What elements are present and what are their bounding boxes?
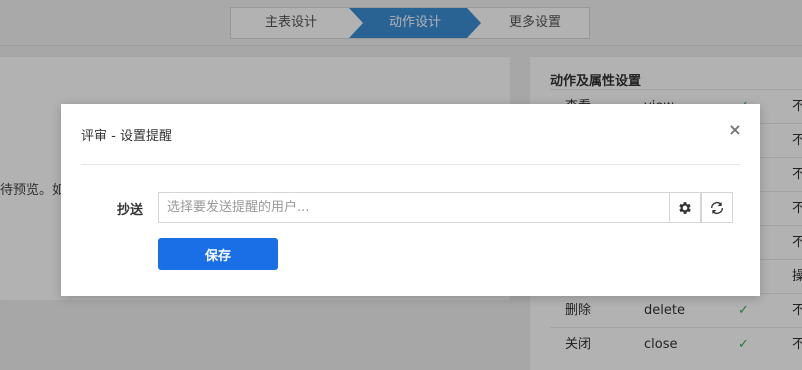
cc-user-input[interactable] [158, 192, 670, 223]
close-icon[interactable]: × [728, 122, 742, 138]
settings-button[interactable] [669, 192, 701, 223]
refresh-icon [711, 201, 723, 214]
refresh-button[interactable] [701, 192, 733, 223]
save-button[interactable]: 保存 [158, 238, 278, 270]
reminder-dialog: 评审 - 设置提醒 × 抄送 保存 [61, 104, 760, 296]
gear-icon [679, 201, 691, 214]
dialog-divider [81, 164, 740, 165]
dialog-title: 评审 - 设置提醒 [81, 129, 172, 144]
cc-label: 抄送 [117, 203, 144, 218]
